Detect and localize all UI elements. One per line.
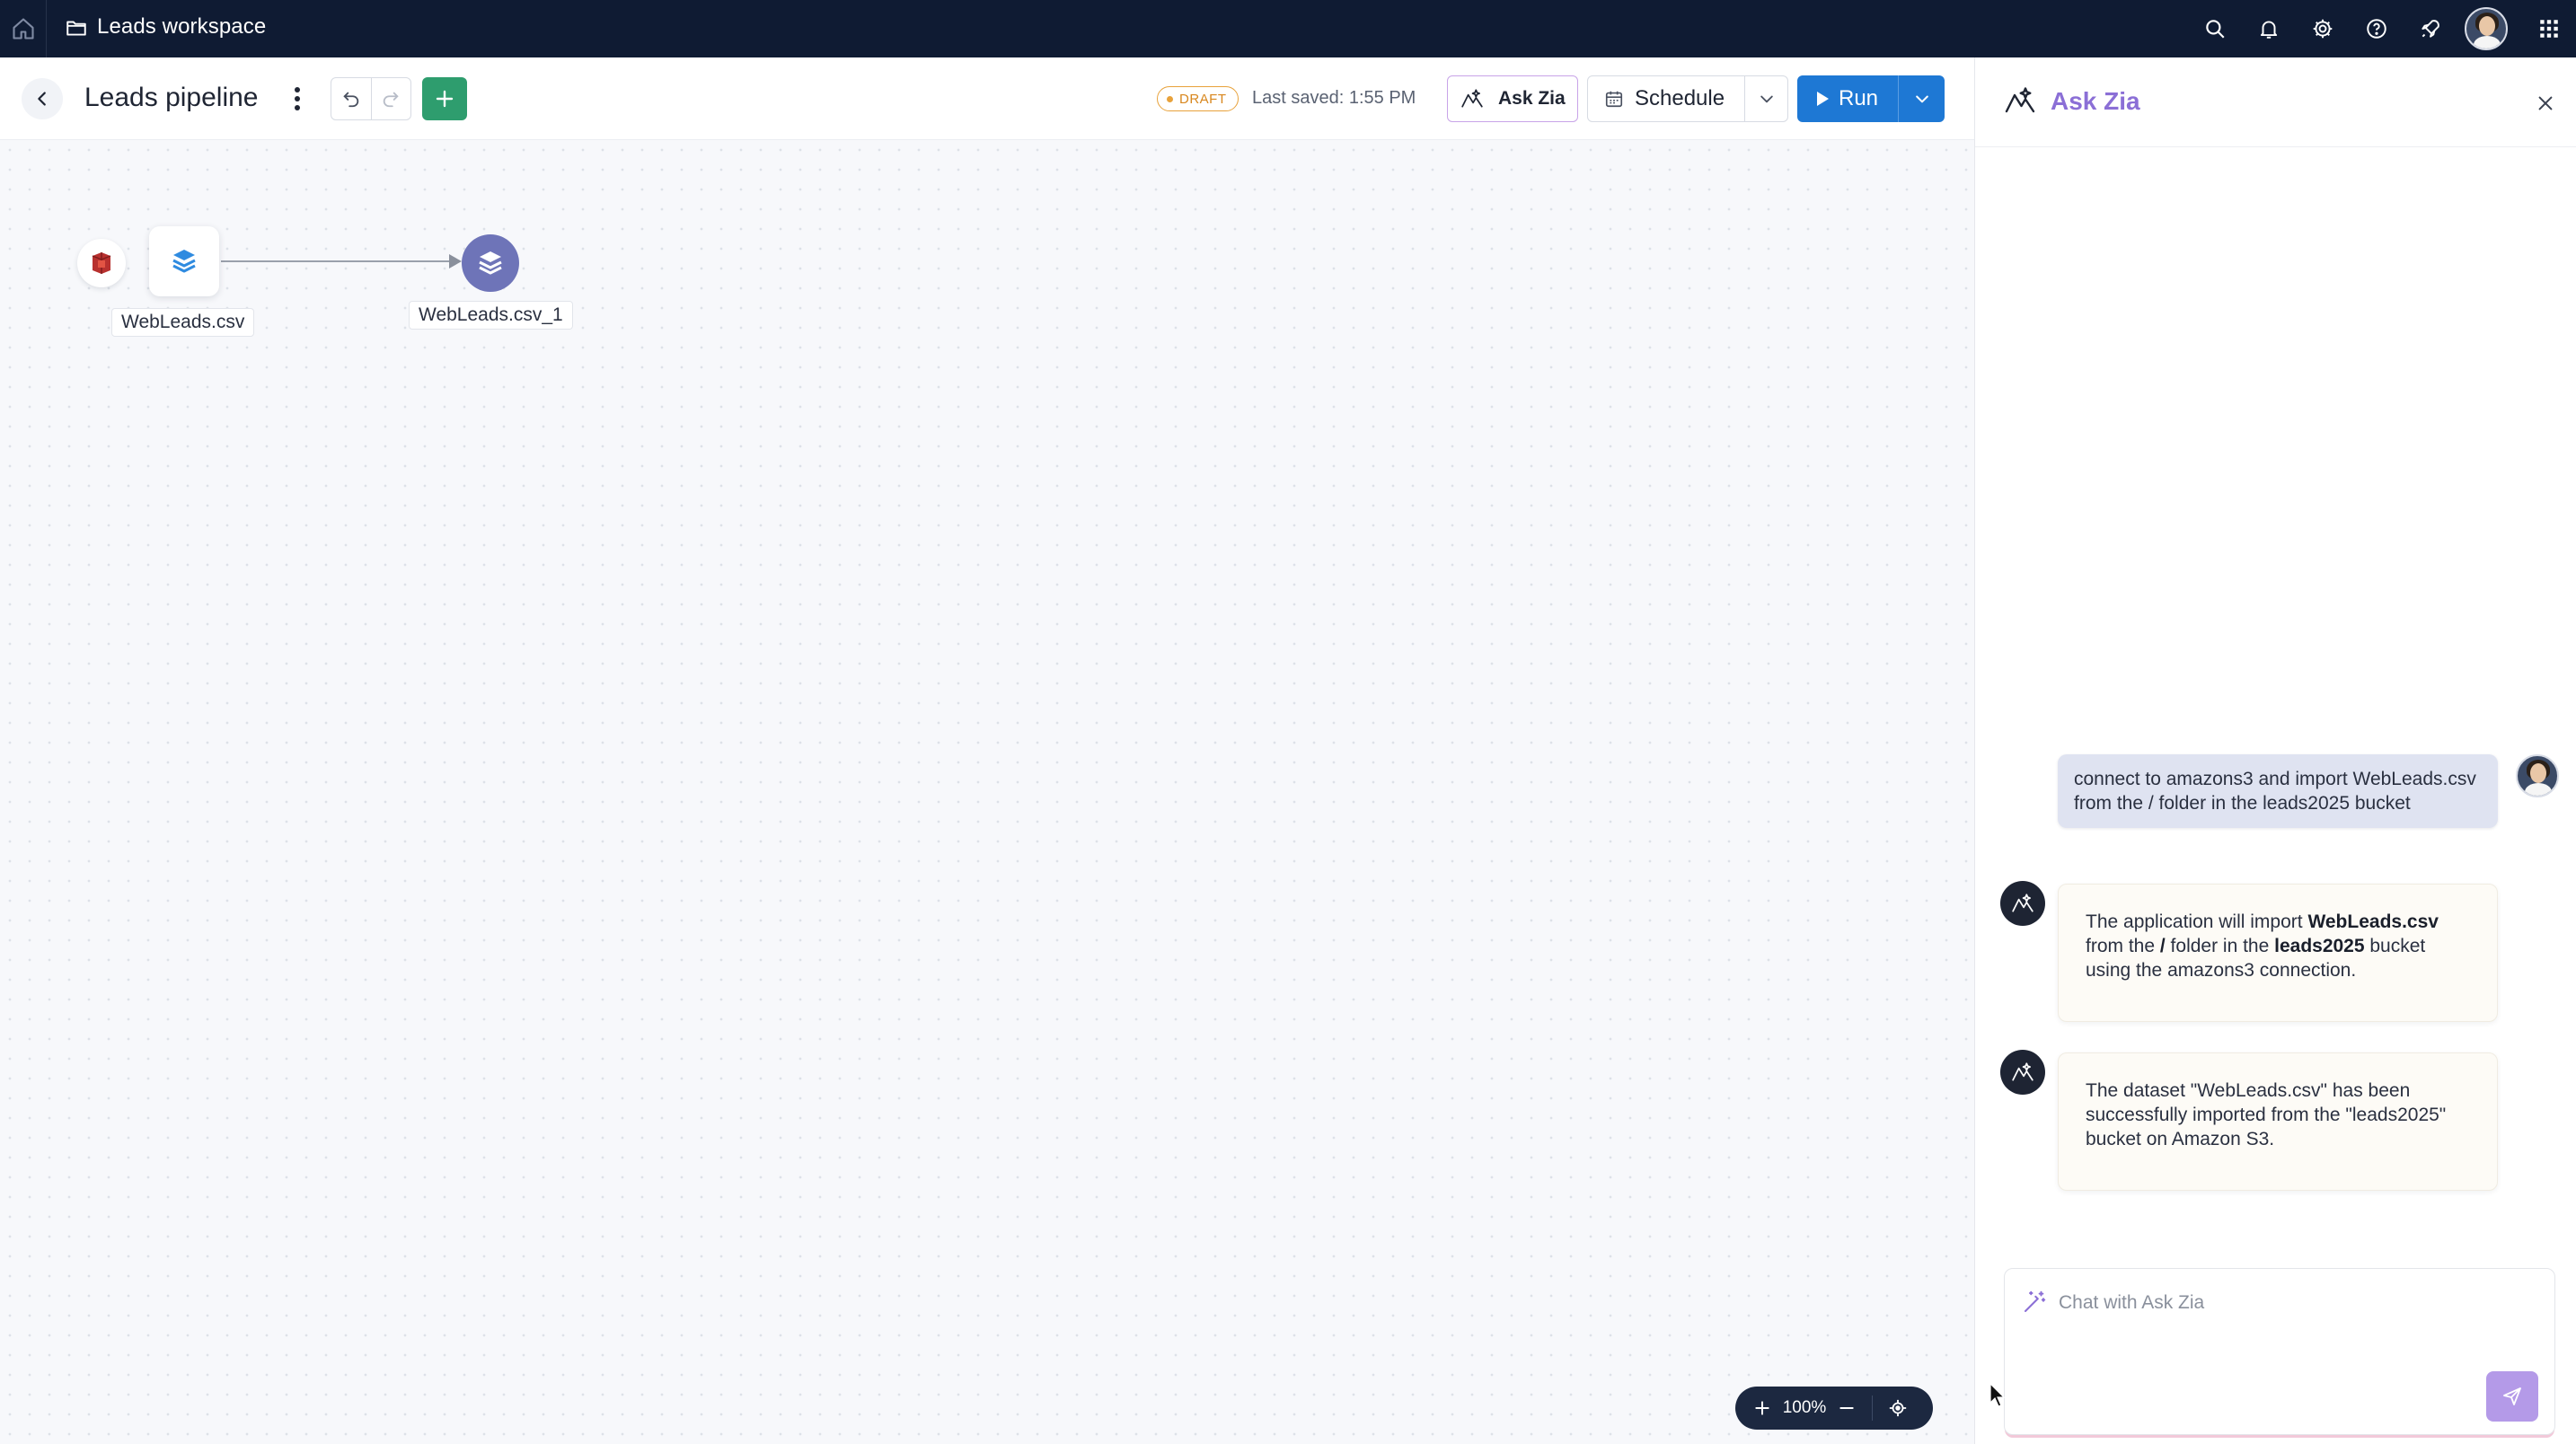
pipeline-canvas[interactable]: WebLeads.csv WebLeads.csv_1 100% [0, 140, 1974, 1444]
status-dot [1167, 95, 1173, 102]
back-button[interactable] [22, 78, 63, 119]
zia-icon [1461, 89, 1483, 108]
schedule-split-button: Schedule [1587, 75, 1788, 122]
user-avatar[interactable] [2465, 7, 2508, 50]
zoom-level: 100% [1782, 1398, 1827, 1417]
close-icon [2538, 96, 2553, 110]
undo-button[interactable] [331, 78, 371, 119]
layers-icon [172, 250, 196, 273]
schedule-button[interactable]: Schedule [1588, 76, 1744, 121]
schedule-label: Schedule [1635, 86, 1725, 110]
dataset-node-label[interactable]: WebLeads.csv_1 [409, 301, 573, 330]
kebab-menu-icon [295, 87, 300, 110]
help-icon [2367, 19, 2386, 39]
user-message-avatar [2516, 754, 2559, 797]
run-split-button: Run [1797, 75, 1945, 122]
status-badge: DRAFT [1157, 86, 1239, 111]
redo-button[interactable] [370, 78, 410, 119]
schedule-dropdown-button[interactable] [1744, 76, 1787, 121]
source-node[interactable] [149, 226, 219, 296]
notifications-button[interactable] [2242, 0, 2296, 57]
send-button[interactable] [2486, 1371, 2538, 1422]
pipeline-edges [221, 254, 462, 269]
rocket-icon [2422, 20, 2439, 38]
undo-redo-group [331, 77, 411, 120]
message-text: The application will import [2086, 911, 2308, 932]
zoom-out-button[interactable] [1831, 1387, 1863, 1430]
minus-icon [1839, 1407, 1854, 1409]
plus-icon [1755, 1401, 1769, 1415]
zia-icon [2005, 87, 2035, 113]
gear-icon [2313, 19, 2333, 39]
bell-icon [2260, 21, 2278, 39]
user-message: connect to amazons3 and import WebLeads.… [2058, 754, 2498, 828]
run-label: Run [1839, 86, 1879, 110]
zoom-divider [1872, 1396, 1873, 1421]
add-stage-button[interactable] [422, 77, 467, 120]
recenter-icon [1889, 1399, 1907, 1417]
chevron-down-icon [1915, 95, 1928, 103]
calendar-icon [1605, 91, 1623, 108]
fit-to-screen-button[interactable] [1882, 1387, 1914, 1430]
message-bold-bucket: leads2025 [2274, 936, 2365, 956]
message-text: folder in the [2165, 936, 2275, 956]
help-button[interactable] [2350, 0, 2404, 57]
settings-button[interactable] [2296, 0, 2350, 57]
message-bold-filename: WebLeads.csv [2307, 911, 2439, 932]
play-icon [1817, 92, 1829, 106]
status-badge-label: DRAFT [1179, 91, 1227, 107]
app-launcher-button[interactable] [2522, 0, 2576, 57]
zoom-controls: 100% [1735, 1387, 1933, 1430]
run-button[interactable]: Run [1797, 75, 1898, 122]
search-icon [2206, 20, 2225, 39]
undo-icon [343, 92, 359, 108]
s3-bucket-icon [92, 252, 111, 274]
zoom-in-button[interactable] [1746, 1387, 1778, 1430]
panel-title: Ask Zia [2051, 87, 2140, 115]
assistant-message: The application will import WebLeads.csv… [2058, 884, 2498, 1022]
page-title[interactable]: Leads pipeline [84, 83, 259, 113]
zia-icon [2012, 894, 2033, 912]
ask-zia-button[interactable]: Ask Zia [1447, 75, 1578, 122]
search-button[interactable] [2188, 0, 2242, 57]
connector-badge[interactable] [77, 239, 126, 287]
layers-icon [479, 251, 502, 275]
chat-composer [2004, 1268, 2555, 1435]
home-icon [12, 18, 34, 40]
chevron-left-icon [38, 92, 46, 106]
close-panel-button[interactable] [2532, 90, 2559, 117]
plus-icon [436, 90, 454, 108]
home-button[interactable] [0, 0, 47, 57]
send-icon [2503, 1387, 2521, 1405]
mouse-cursor-icon [1989, 1383, 2006, 1407]
magic-wand-icon [2025, 1290, 2046, 1312]
top-icon-bar [2188, 0, 2576, 57]
chat-input[interactable] [2059, 1289, 2508, 1317]
panel-header: Ask Zia [1975, 57, 2576, 147]
grid-icon [2540, 20, 2558, 38]
folder-icon [66, 21, 86, 36]
edge-arrowhead [449, 254, 462, 269]
chevron-down-icon [1760, 95, 1773, 103]
last-saved-text: Last saved: 1:55 PM [1252, 88, 1416, 108]
dataset-node[interactable] [462, 234, 519, 292]
run-dropdown-button[interactable] [1898, 75, 1945, 122]
workspace-title[interactable]: Leads workspace [97, 14, 266, 40]
pipeline-toolbar: Leads pipeline DRAFT Last saved: 1:55 PM… [0, 57, 1974, 140]
message-text: from the [2086, 936, 2160, 956]
assistant-message: The dataset "WebLeads.csv" has been succ… [2058, 1052, 2498, 1191]
top-app-bar: Leads workspace [0, 0, 2576, 57]
ask-zia-label: Ask Zia [1498, 88, 1566, 109]
assistant-avatar [2000, 1050, 2045, 1095]
ask-zia-panel: Ask Zia connect to amazons3 and import W… [1974, 57, 2576, 1444]
source-node-label[interactable]: WebLeads.csv [111, 308, 255, 337]
assistant-avatar [2000, 881, 2045, 926]
whats-new-button[interactable] [2404, 0, 2457, 57]
more-options-button[interactable] [284, 83, 311, 115]
redo-icon [384, 92, 400, 108]
zia-icon [2012, 1062, 2033, 1081]
